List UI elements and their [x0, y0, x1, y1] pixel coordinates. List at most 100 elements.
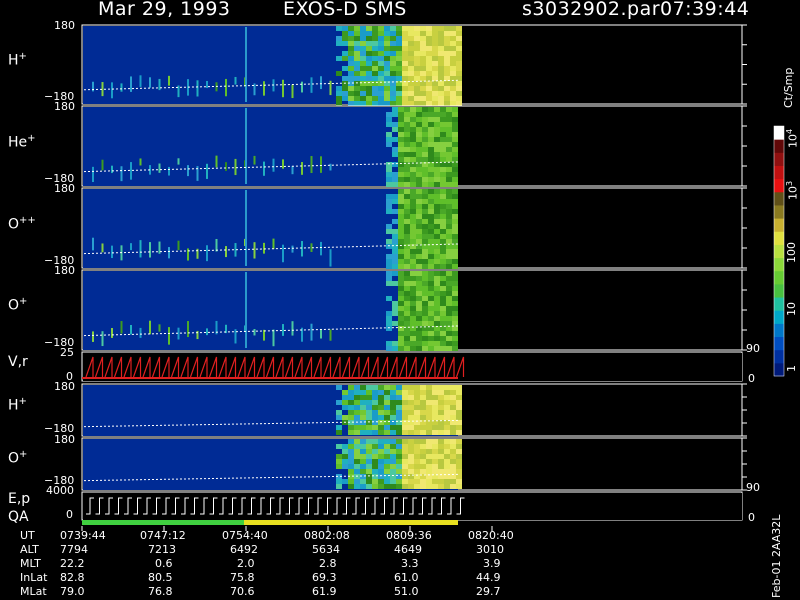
panel-3-cell — [410, 254, 416, 259]
panel-1-cell — [456, 86, 462, 91]
panel-7-cell — [414, 439, 420, 444]
panel-3-cell — [404, 234, 410, 239]
panel-7-cell — [348, 459, 354, 464]
panel-6-cell — [408, 405, 414, 410]
panel-6-cell — [420, 395, 426, 400]
panel-3-cell — [434, 189, 440, 194]
panel-4-cell — [410, 276, 416, 281]
panel-2-cell — [386, 167, 392, 172]
panel-3-cell — [410, 224, 416, 229]
panel-3-cell — [392, 234, 398, 239]
panel-6-cell — [396, 430, 402, 435]
panel-1-cell — [402, 31, 408, 36]
panel-7-cell — [396, 464, 402, 469]
panel-7-cell — [378, 444, 384, 449]
panel-6-cell — [438, 430, 444, 435]
panel-1-spike — [245, 27, 247, 102]
panel-6-cell — [384, 390, 390, 395]
panel-4-cell — [440, 286, 446, 291]
eph-col-2-ut: 0747:12 — [140, 529, 186, 542]
panel-1-cell — [444, 26, 450, 31]
panel-2-cell — [416, 112, 422, 117]
panel-6-cell — [450, 410, 456, 415]
panel-2-cell — [440, 167, 446, 172]
panel-1-cell — [456, 26, 462, 31]
panel-4-cell — [434, 331, 440, 336]
panel-1-streak — [206, 80, 208, 89]
panel-7-cell — [414, 444, 420, 449]
panel-6-cell — [414, 410, 420, 415]
panel-2-cell — [410, 127, 416, 132]
panel-1-cell — [366, 76, 372, 81]
panel-4-cell — [452, 276, 458, 281]
panel-6-cell — [366, 395, 372, 400]
panel-6-cell — [336, 425, 342, 430]
panel-7-cell — [384, 469, 390, 474]
panel-5-ymax: 25 — [60, 346, 74, 359]
panel-1-cell — [426, 86, 432, 91]
panel-1-cell — [456, 91, 462, 96]
panel-1-cell — [360, 81, 366, 86]
panel-7-cell — [342, 464, 348, 469]
panel-2-streak — [329, 163, 332, 171]
panel-7-cell — [444, 449, 450, 454]
panel-2-cell — [410, 182, 416, 187]
panel-7-cell — [390, 449, 396, 454]
panel-6-cell — [426, 430, 432, 435]
panel-1-cell — [390, 91, 396, 96]
panel-3-cell — [404, 219, 410, 224]
panel-2-cell — [410, 122, 416, 127]
panel-6-cell — [378, 420, 384, 425]
panel-3-cell — [446, 244, 452, 249]
panel-4-cell — [440, 321, 446, 326]
panel-2-cell — [398, 142, 404, 147]
panel-1-cell — [414, 36, 420, 41]
eph-col-1-mlat: 79.0 — [60, 585, 85, 598]
panel-1-cell — [390, 46, 396, 51]
panel-2-cell — [398, 167, 404, 172]
panel-1-cell — [408, 91, 414, 96]
panel-4-cell — [434, 311, 440, 316]
panel-2-cell — [452, 132, 458, 137]
panel-3-streak — [187, 248, 189, 261]
eph-col-1-alt: 7794 — [60, 543, 88, 556]
panel-7-cell — [444, 484, 450, 489]
panel-1-cell — [450, 36, 456, 41]
panel-7-cell — [378, 449, 384, 454]
panel-2-cell — [452, 117, 458, 122]
panel-1-streak — [130, 76, 132, 92]
panel-2-streak — [139, 158, 142, 166]
panel-1-cell — [354, 66, 360, 71]
panel-1-cell — [372, 66, 378, 71]
panel-3-streak — [101, 243, 104, 253]
panel-2-cell — [422, 157, 428, 162]
panel-6-cell — [336, 410, 342, 415]
panel-1-cell — [438, 71, 444, 76]
panel-7-cell — [336, 479, 342, 484]
panel-1-cell — [456, 96, 462, 101]
panel-4-spike — [245, 272, 247, 348]
panel-4-cell — [404, 321, 410, 326]
panel-1-cell — [438, 61, 444, 66]
panel-4-cell — [398, 316, 404, 321]
panel-6-cell — [366, 385, 372, 390]
panel-1-cell — [444, 71, 450, 76]
panel-2-cell — [446, 167, 452, 172]
panel-1-cell — [354, 41, 360, 46]
panel-1-cell — [378, 31, 384, 36]
panel-1-cell — [366, 96, 372, 101]
panel-4-cell — [386, 341, 392, 346]
panel-1-cell — [438, 101, 444, 106]
panel-7-cell — [348, 449, 354, 454]
panel-1-cell — [408, 36, 414, 41]
panel-1-cell — [360, 51, 366, 56]
panel-3-cell — [452, 249, 458, 254]
panel-4-streak — [120, 321, 123, 334]
panel-3-cell — [446, 249, 452, 254]
panel-1-cell — [354, 86, 360, 91]
panel-7-cell — [396, 474, 402, 479]
panel-3-cell — [428, 234, 434, 239]
panel-7-cell — [390, 484, 396, 489]
panel-7-cell — [384, 479, 390, 484]
panel-2-cell — [446, 107, 452, 112]
